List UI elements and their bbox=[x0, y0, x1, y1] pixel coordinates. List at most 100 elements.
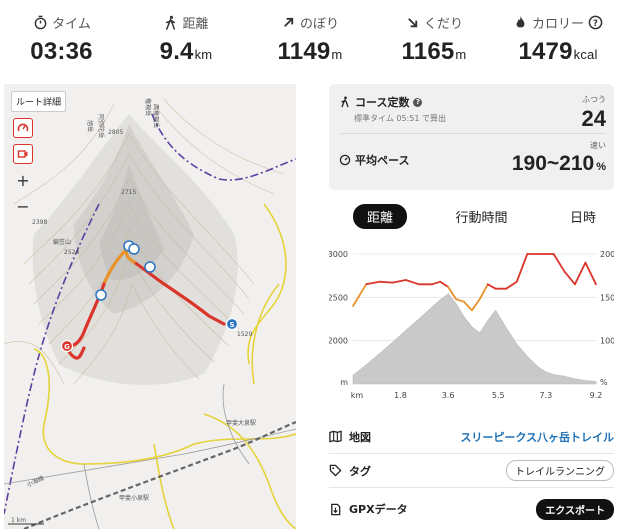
y-tick-label-left: 2500 bbox=[329, 293, 348, 302]
map-label-amidadake: 阿弥陀岳 bbox=[97, 114, 105, 138]
elevation-chart[interactable]: 2000 2500 3000 100 150 200 m% km 1.8 3.6 5.5 7.3 9.2 bbox=[328, 246, 616, 406]
stat-distance: 距離 9.4km bbox=[124, 0, 248, 76]
x-tick-label: 3.6 bbox=[442, 391, 455, 400]
pace-line-segment bbox=[584, 261, 597, 286]
video-button[interactable] bbox=[13, 144, 33, 164]
pace-line-segment bbox=[515, 253, 529, 283]
x-axis-unit: km bbox=[351, 391, 364, 400]
stat-label: カロリー bbox=[531, 16, 584, 32]
help-icon[interactable]: ? bbox=[588, 15, 603, 30]
pace-line-segment bbox=[478, 283, 489, 300]
stat-unit: m bbox=[331, 47, 343, 62]
average-pace-row: 平均ペース 速い 190~210% bbox=[339, 140, 606, 184]
start-marker-icon[interactable]: S bbox=[225, 317, 239, 331]
stat-time: タイム 03:36 bbox=[0, 0, 124, 76]
gpx-label: GPXデータ bbox=[349, 503, 408, 516]
zoom-out-button[interactable]: − bbox=[13, 196, 33, 216]
gauge-button[interactable] bbox=[13, 118, 33, 138]
stat-unit: m bbox=[455, 47, 467, 62]
map-label-elev-2398: 2398 bbox=[32, 219, 47, 226]
tag-info-row: タグ トレイルランニング bbox=[329, 454, 614, 488]
stopwatch-icon bbox=[34, 15, 47, 29]
average-pace-label: 平均ペース bbox=[355, 154, 410, 167]
y-axis-unit-right: % bbox=[600, 378, 608, 387]
map-terrain: S G 権現岳 西権現岳 阿弥陀岳 旭岳 2805 2715 編笠山 2524 … bbox=[4, 98, 296, 529]
map-label-kiboko: 旭岳 bbox=[86, 120, 94, 132]
svg-text:?: ? bbox=[593, 17, 598, 27]
pace-line-segment bbox=[563, 270, 576, 286]
flame-icon bbox=[516, 15, 525, 27]
tab-datetime[interactable]: 日時 bbox=[556, 204, 610, 229]
stat-value: 1479 bbox=[518, 38, 573, 65]
chart-tabs: 距離 行動時間 日時 bbox=[329, 203, 614, 229]
pace-line-segment bbox=[431, 280, 442, 286]
pace-unit: % bbox=[596, 161, 606, 173]
map-label-elev-2715: 2715 bbox=[121, 189, 136, 196]
x-tick-label: 9.2 bbox=[590, 391, 603, 400]
stat-ascent: のぼり 1149m bbox=[248, 0, 372, 76]
stat-unit: km bbox=[194, 47, 213, 62]
stat-label: のぼり bbox=[299, 16, 339, 32]
tag-icon bbox=[329, 464, 342, 477]
walker-icon bbox=[166, 15, 176, 30]
map-label-kabutoyama-elev: 2524 bbox=[64, 249, 79, 256]
gpx-file-icon bbox=[331, 503, 341, 515]
pace-line-segment bbox=[365, 280, 381, 286]
stat-value: 1165 bbox=[401, 38, 455, 65]
pace-line-segment bbox=[391, 279, 407, 284]
average-pace-value: 190~210 bbox=[511, 152, 595, 175]
elevation-chart-svg: 2000 2500 3000 100 150 200 m % km 1.8 3.6 5.5 7.3 9.2 bbox=[328, 250, 616, 400]
stat-label: 距離 bbox=[182, 16, 209, 32]
pace-line-segment bbox=[573, 261, 587, 286]
pace-line-segment bbox=[462, 300, 473, 312]
pace-line-segment bbox=[404, 279, 420, 286]
map-link[interactable]: スリーピークス八ヶ岳トレイル bbox=[460, 429, 614, 445]
hiker-icon bbox=[341, 96, 349, 108]
zoom-in-button[interactable]: + bbox=[13, 170, 33, 190]
map-label-elev-2805: 2805 bbox=[108, 129, 123, 136]
tab-distance[interactable]: 距離 bbox=[353, 203, 408, 229]
y-tick-label-left: 2000 bbox=[329, 337, 348, 346]
arrow-down-right-icon bbox=[408, 17, 418, 27]
stat-label: タイム bbox=[52, 16, 91, 32]
pace-line-segment bbox=[470, 298, 481, 312]
stat-unit: kcal bbox=[573, 47, 598, 62]
stat-descent: くだり 1165m bbox=[372, 0, 496, 76]
tag-pill[interactable]: トレイルランニング bbox=[506, 460, 614, 481]
pace-line-segment bbox=[486, 283, 497, 290]
book-map-icon bbox=[329, 430, 342, 443]
export-button[interactable]: エクスポート bbox=[536, 498, 614, 520]
stat-value: 9.4 bbox=[159, 38, 194, 65]
y-tick-label-left: 3000 bbox=[329, 250, 348, 259]
y-tick-label-right: 100 bbox=[600, 337, 614, 346]
map-label-nishigon: 西権現岳 bbox=[152, 104, 160, 128]
route-map[interactable]: S G 権現岳 西権現岳 阿弥陀岳 旭岳 2805 2715 編笠山 2524 … bbox=[4, 84, 296, 529]
video-icon bbox=[17, 150, 28, 158]
pace-line-segment bbox=[552, 253, 566, 273]
svg-text:G: G bbox=[64, 343, 70, 351]
map-label-kaimi-station2: 甲斐小泉駅 bbox=[119, 494, 149, 502]
y-tick-label-right: 200 bbox=[600, 250, 614, 259]
pace-line-segment bbox=[378, 280, 394, 284]
course-constant-row: コース定数 ? 標準タイム 05:51 で算出 ふつう 24 bbox=[339, 94, 606, 134]
course-level: ふつう bbox=[582, 95, 606, 104]
x-tick-label: 5.5 bbox=[492, 391, 505, 400]
y-axis-unit-left: m bbox=[340, 378, 348, 387]
stat-value: 1149 bbox=[277, 38, 331, 65]
help-icon[interactable]: ? bbox=[413, 97, 423, 107]
y-tick-label-right: 150 bbox=[600, 293, 614, 302]
map-info-row: 地図 スリーピークス八ヶ岳トレイル bbox=[329, 420, 614, 454]
route-detail-button[interactable]: ルート詳細 bbox=[11, 91, 67, 112]
map-label-elev-1529: 1529 bbox=[237, 331, 252, 338]
map-scale-label: 1 km bbox=[11, 517, 26, 524]
course-standard-time: 標準タイム 05:51 で算出 bbox=[354, 114, 446, 123]
x-tick-label: 1.8 bbox=[394, 391, 407, 400]
map-label-kabutoyama: 編笠山 bbox=[53, 238, 71, 246]
goal-marker-icon[interactable]: G bbox=[60, 339, 74, 353]
gpx-info-row: GPXデータ エクスポート bbox=[329, 492, 614, 526]
map-label: 地図 bbox=[349, 430, 371, 444]
stats-bar: タイム 03:36 距離 9.4km のぼり 1149m くだり 1165m カ… bbox=[0, 0, 620, 76]
course-summary-card: コース定数 ? 標準タイム 05:51 で算出 ふつう 24 平均ペース 速い … bbox=[329, 84, 614, 190]
pace-gauge-icon bbox=[339, 154, 351, 166]
tab-duration[interactable]: 行動時間 bbox=[441, 204, 521, 229]
